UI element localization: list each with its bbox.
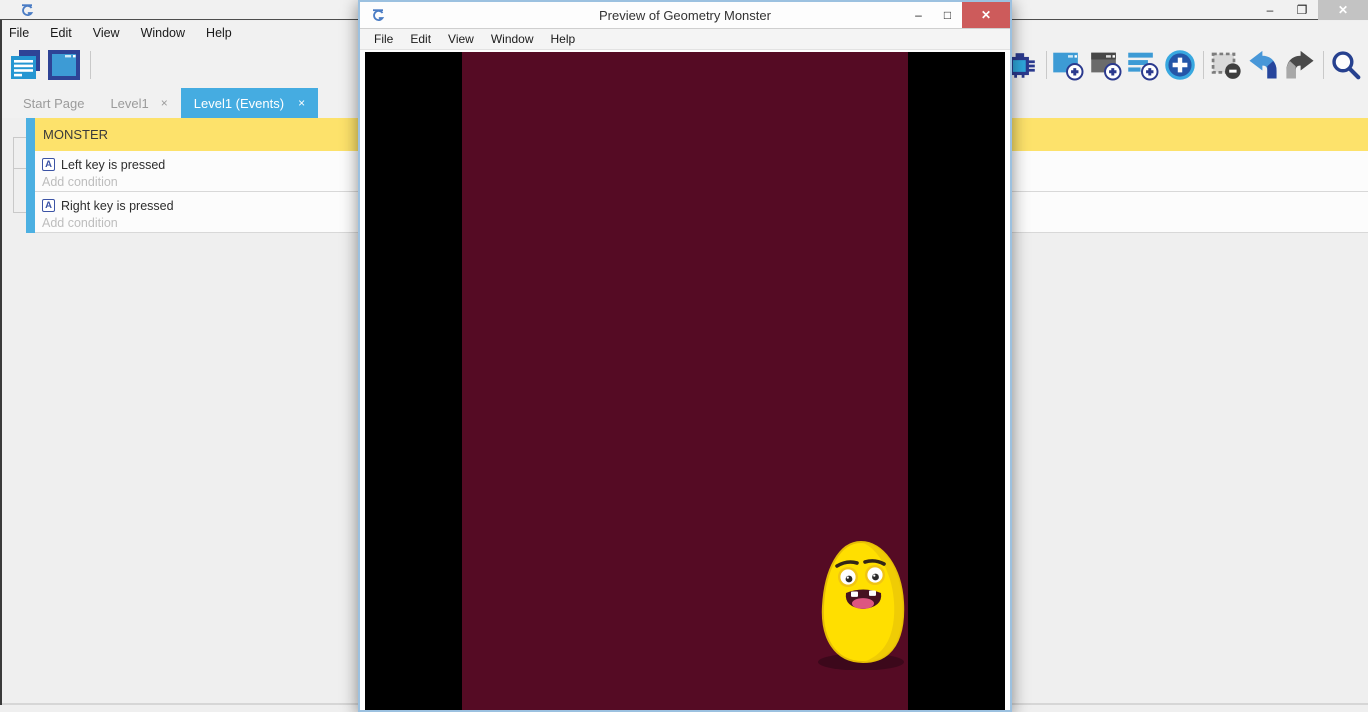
maximize-button[interactable]: □: [933, 2, 962, 28]
tab-close-icon[interactable]: ×: [298, 96, 305, 110]
menu-file[interactable]: File: [9, 26, 29, 40]
menu-view[interactable]: View: [448, 32, 474, 46]
remove-frame-icon[interactable]: [1210, 49, 1242, 81]
undo-icon[interactable]: [1247, 49, 1279, 81]
close-button[interactable]: ✕: [962, 2, 1010, 28]
add-event-icon[interactable]: [1052, 49, 1084, 81]
minimize-button[interactable]: –: [904, 2, 933, 28]
tab-start-page[interactable]: Start Page: [10, 88, 97, 118]
menu-window[interactable]: Window: [491, 32, 534, 46]
scene-editor-icon[interactable]: [48, 49, 80, 81]
toolbar-separator: [90, 51, 91, 79]
preview-menubar: File Edit View Window Help: [360, 28, 1010, 50]
toolbar-separator: [1203, 51, 1204, 79]
tab-level1[interactable]: Level1 ×: [97, 88, 180, 118]
tab-label: Start Page: [23, 96, 84, 111]
condition-text: Left key is pressed: [61, 158, 165, 172]
project-manager-icon[interactable]: [10, 49, 42, 81]
condition-text: Right key is pressed: [61, 199, 174, 213]
menu-edit[interactable]: Edit: [410, 32, 431, 46]
tree-line: [13, 137, 14, 213]
keyboard-key-icon: A: [42, 158, 55, 171]
monster-sprite: [815, 538, 910, 670]
toolbar-separator: [1323, 51, 1324, 79]
search-icon[interactable]: [1330, 49, 1362, 81]
menu-edit[interactable]: Edit: [50, 26, 72, 40]
add-comment-icon[interactable]: [1127, 49, 1159, 81]
event-color-bar: [26, 118, 35, 151]
tab-level1-events[interactable]: Level1 (Events) ×: [181, 88, 318, 118]
keyboard-key-icon: A: [42, 199, 55, 212]
preview-title: Preview of Geometry Monster: [599, 8, 771, 23]
menu-file[interactable]: File: [374, 32, 393, 46]
add-circle-icon[interactable]: [1164, 49, 1196, 81]
window-left-border: [0, 20, 2, 705]
gdevelop-logo-icon: [20, 3, 34, 17]
main-window-controls: – ❐ ✕: [1254, 0, 1368, 20]
tree-line: [13, 168, 26, 169]
add-subevent-icon[interactable]: [1090, 49, 1122, 81]
preview-window: Preview of Geometry Monster – □ ✕ File E…: [358, 0, 1012, 712]
event-color-bar: [26, 151, 35, 192]
menu-help[interactable]: Help: [206, 26, 232, 40]
tree-line: [13, 212, 26, 213]
preview-window-controls: – □ ✕: [904, 2, 1010, 28]
gdevelop-logo-icon: [371, 8, 385, 22]
tab-label: Level1 (Events): [194, 96, 284, 111]
game-canvas[interactable]: [365, 52, 1005, 710]
toolbar-separator: [1046, 51, 1047, 79]
menu-window[interactable]: Window: [141, 26, 185, 40]
restore-button[interactable]: ❐: [1286, 0, 1318, 20]
tab-close-icon[interactable]: ×: [161, 96, 168, 110]
preview-titlebar[interactable]: Preview of Geometry Monster – □ ✕: [360, 2, 1010, 28]
tree-line: [13, 137, 26, 138]
tab-label: Level1: [110, 96, 148, 111]
menu-view[interactable]: View: [93, 26, 120, 40]
close-button[interactable]: ✕: [1318, 0, 1368, 20]
redo-icon[interactable]: [1284, 49, 1316, 81]
menu-help[interactable]: Help: [551, 32, 576, 46]
minimize-button[interactable]: –: [1254, 0, 1286, 20]
event-color-bar: [26, 192, 35, 233]
